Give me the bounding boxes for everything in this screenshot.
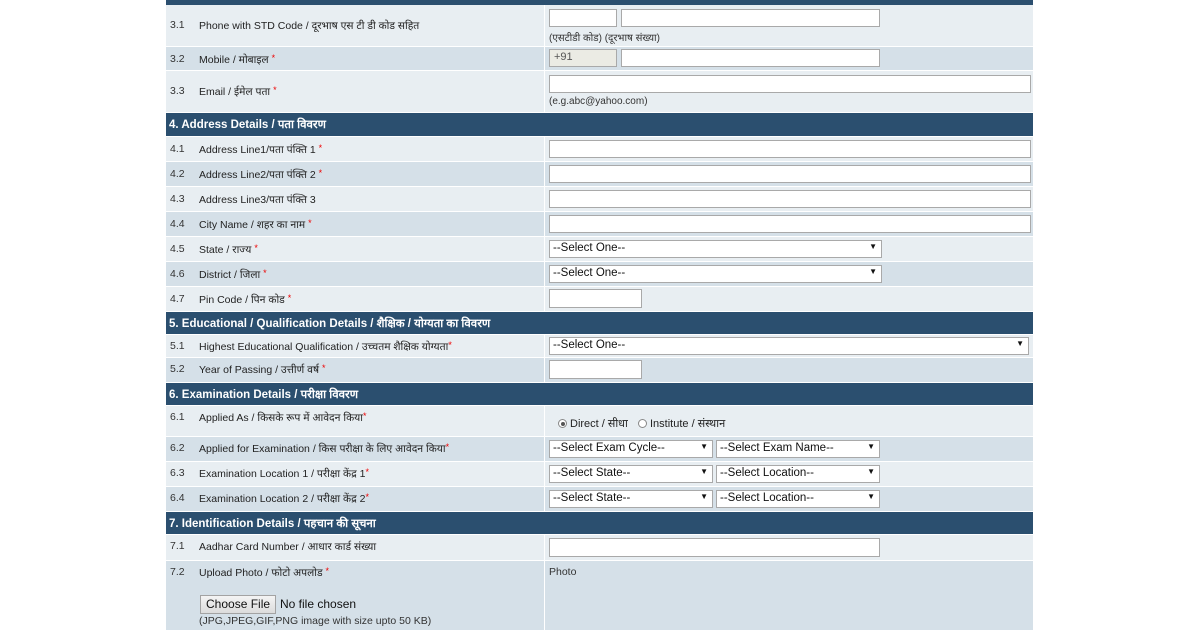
row-mobile: 3.2 Mobile / मोबाइल * +91 [166,47,1033,71]
section-identification-header: 7. Identification Details / पहचान की सूच… [166,512,1033,534]
row-number: 7.1 [170,540,185,552]
year-input[interactable] [549,360,642,379]
row-number: 4.6 [170,268,185,280]
row-exam-location2: 6.4 Examination Location 2 / परीक्षा कें… [166,487,1033,512]
mobile-input[interactable] [621,49,880,67]
address-line3-input[interactable] [549,190,1031,208]
chevron-down-icon: ▼ [869,267,877,276]
row-aadhar: 7.1 Aadhar Card Number / आधार कार्ड संख्… [166,535,1033,561]
chevron-down-icon: ▼ [700,492,708,501]
qualification-label: Highest Educational Qualification / उच्च… [199,340,452,353]
aadhar-label: Aadhar Card Number / आधार कार्ड संख्या [199,541,377,553]
row-address-line1: 4.1 Address Line1/पता पंक्ति 1 * [166,137,1033,162]
exam-name-select[interactable]: --Select Exam Name-- ▼ [716,440,880,458]
row-state: 4.5 State / राज्य * --Select One-- ▼ [166,237,1033,262]
chevron-down-icon: ▼ [1016,339,1024,348]
aadhar-input[interactable] [549,538,880,557]
email-hint: (e.g.abc@yahoo.com) [549,96,648,107]
radio-icon [638,419,647,428]
row-number: 6.1 [170,411,185,423]
file-format-hint: (JPG,JPEG,GIF,PNG image with size upto 5… [199,615,432,627]
row-address-line2: 4.2 Address Line2/पता पंक्ति 2 * [166,162,1033,187]
row-number: 3.2 [170,53,185,65]
row-email: 3.3 Email / ईमेल पता * (e.g.abc@yahoo.co… [166,71,1033,113]
country-code-field: +91 [549,49,617,67]
year-label: Year of Passing / उत्तीर्ण वर्ष * [199,363,326,376]
address-line3-label: Address Line3/पता पंक्ति 3 [199,194,316,206]
state-select[interactable]: --Select One-- ▼ [549,240,882,258]
row-applied-for: 6.2 Applied for Examination / किस परीक्ष… [166,437,1033,462]
city-label: City Name / शहर का नाम * [199,218,312,231]
row-number: 3.1 [170,19,185,31]
direct-radio[interactable]: Direct / सीधा [558,416,628,431]
row-number: 6.4 [170,492,185,504]
row-district: 4.6 District / जिला * --Select One-- ▼ [166,262,1033,287]
row-upload-photo: 7.2 Upload Photo / फोटो अपलोड * Photo Ch… [166,561,1033,631]
institute-radio[interactable]: Institute / संस्थान [638,416,725,431]
state-label: State / राज्य * [199,243,258,256]
district-label: District / जिला * [199,268,267,281]
exam-location2-label: Examination Location 2 / परीक्षा केंद्र … [199,492,369,505]
phone-hint: (एसटीडी कोड) (दूरभाष संख्या) [549,33,660,44]
chevron-down-icon: ▼ [700,442,708,451]
phone-label: Phone with STD Code / दूरभाष एस टी डी को… [199,20,420,32]
row-year-passing: 5.2 Year of Passing / उत्तीर्ण वर्ष * [166,358,1033,383]
pin-label: Pin Code / पिन कोड * [199,293,292,306]
row-number: 5.1 [170,340,185,352]
city-input[interactable] [549,215,1031,233]
section-address-header: 4. Address Details / पता विवरण [166,113,1033,136]
row-number: 4.7 [170,293,185,305]
row-number: 4.4 [170,218,185,230]
mobile-label: Mobile / मोबाइल * [199,53,276,66]
row-number: 5.2 [170,363,185,375]
email-label: Email / ईमेल पता * [199,85,277,98]
pin-input[interactable] [549,289,642,308]
qualification-select[interactable]: --Select One-- ▼ [549,337,1029,355]
chevron-down-icon: ▼ [869,242,877,251]
row-number: 7.2 [170,566,185,578]
row-exam-location1: 6.3 Examination Location 1 / परीक्षा कें… [166,462,1033,487]
applied-for-label: Applied for Examination / किस परीक्षा के… [199,442,450,455]
choose-file-button[interactable]: Choose File [200,595,277,614]
row-qualification: 5.1 Highest Educational Qualification / … [166,335,1033,358]
registration-form: 3.1 Phone with STD Code / दूरभाष एस टी ड… [166,0,1033,631]
chevron-down-icon: ▼ [867,492,875,501]
chevron-down-icon: ▼ [867,442,875,451]
row-number: 4.5 [170,243,185,255]
location2-state-select[interactable]: --Select State-- ▼ [549,490,713,508]
row-number: 4.2 [170,168,185,180]
row-number: 3.3 [170,85,185,97]
row-number: 6.3 [170,467,185,479]
exam-location1-label: Examination Location 1 / परीक्षा केंद्र … [199,467,369,480]
row-address-line3: 4.3 Address Line3/पता पंक्ति 3 [166,187,1033,212]
exam-cycle-select[interactable]: --Select Exam Cycle-- ▼ [549,440,713,458]
address-line2-input[interactable] [549,165,1031,183]
row-phone: 3.1 Phone with STD Code / दूरभाष एस टी ड… [166,5,1033,47]
chevron-down-icon: ▼ [700,467,708,476]
file-status: No file chosen [280,597,357,611]
address-line2-label: Address Line2/पता पंक्ति 2 * [199,168,323,181]
row-city: 4.4 City Name / शहर का नाम * [166,212,1033,237]
chevron-down-icon: ▼ [867,467,875,476]
row-number: 4.1 [170,143,185,155]
std-code-input[interactable] [549,9,617,27]
location2-select[interactable]: --Select Location-- ▼ [716,490,880,508]
row-applied-as: 6.1 Applied As / किसके रूप में आवेदन किय… [166,406,1033,437]
email-input[interactable] [549,75,1031,93]
upload-photo-label: Upload Photo / फोटो अपलोड * [199,566,330,579]
section-exam-header: 6. Examination Details / परीक्षा विवरण [166,383,1033,405]
radio-selected-icon [558,419,567,428]
applied-as-label: Applied As / किसके रूप में आवेदन किया* [199,411,367,424]
phone-number-input[interactable] [621,9,880,27]
location1-state-select[interactable]: --Select State-- ▼ [549,465,713,483]
district-select[interactable]: --Select One-- ▼ [549,265,882,283]
address-line1-input[interactable] [549,140,1031,158]
row-number: 4.3 [170,193,185,205]
row-number: 6.2 [170,442,185,454]
photo-preview-label: Photo [549,566,577,578]
section-education-header: 5. Educational / Qualification Details /… [166,312,1033,334]
row-pin: 4.7 Pin Code / पिन कोड * [166,287,1033,312]
address-line1-label: Address Line1/पता पंक्ति 1 * [199,143,323,156]
location1-select[interactable]: --Select Location-- ▼ [716,465,880,483]
